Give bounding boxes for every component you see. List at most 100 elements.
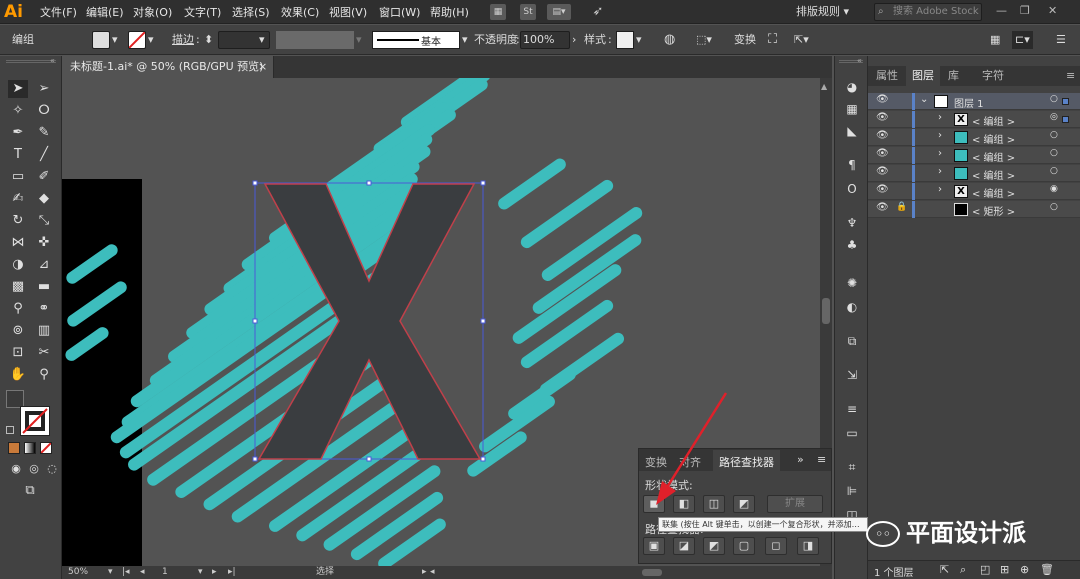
tab-libraries[interactable]: 库 <box>942 66 965 86</box>
appearance-icon[interactable]: ✺ <box>844 276 860 290</box>
layer-row[interactable]: 👁 › X < 编组 > ◎ <box>868 111 1080 128</box>
mesh-tool-icon[interactable]: ▩ <box>8 278 28 296</box>
menu-type[interactable]: 文字(T) <box>184 4 221 20</box>
stroke-weight-input[interactable]: ▾ <box>218 31 270 49</box>
layer-name[interactable]: < 编组 > <box>972 131 1015 146</box>
align-panel-icon[interactable]: ⊫ <box>844 484 860 498</box>
perspective-grid-tool-icon[interactable]: ⊿ <box>34 256 54 274</box>
isolate-group-icon[interactable]: ⛶ <box>768 31 777 49</box>
layer-row[interactable]: 👁 › < 编组 > ○ <box>868 129 1080 146</box>
line-tool-icon[interactable]: ╱ <box>34 146 54 164</box>
layer-row[interactable]: 👁 › < 编组 > ○ <box>868 165 1080 182</box>
target-icon[interactable]: ◎ <box>1050 112 1058 122</box>
chevron-right-icon[interactable]: › <box>938 112 942 123</box>
panel-grip[interactable] <box>6 60 56 63</box>
scale-tool-icon[interactable]: ⤡ <box>34 212 54 230</box>
minus-back-button[interactable]: ◨ <box>797 537 819 555</box>
target-icon[interactable]: ○ <box>1050 94 1058 104</box>
slice-tool-icon[interactable]: ✂ <box>34 344 54 362</box>
divide-button[interactable]: ▣ <box>643 537 665 555</box>
menu-select[interactable]: 选择(S) <box>232 4 270 20</box>
target-icon[interactable]: ◉ <box>1050 184 1058 194</box>
target-icon[interactable]: ○ <box>1050 130 1058 140</box>
variable-width-profile[interactable] <box>276 31 354 49</box>
panel-menu-icon[interactable]: ≡ <box>817 453 826 466</box>
rotate-tool-icon[interactable]: ↻ <box>8 212 28 230</box>
brushes-icon[interactable]: ♆ <box>844 216 860 230</box>
puppet-warp-tool-icon[interactable]: ✜ <box>34 234 54 252</box>
layer-name[interactable]: < 编组 > <box>972 149 1015 164</box>
eye-icon[interactable]: 👁 <box>876 94 889 105</box>
zoom-tool-icon[interactable]: ⚲ <box>34 366 54 384</box>
transform-panel-icon[interactable]: ⌗ <box>844 460 860 474</box>
stroke-stepper-icon[interactable]: ⬍ <box>204 31 213 49</box>
magic-wand-tool-icon[interactable]: ✧ <box>8 102 28 120</box>
draw-inside-icon[interactable]: ◌ <box>42 460 62 478</box>
tab-layers[interactable]: 图层 <box>906 66 940 86</box>
chevron-right-icon[interactable]: › <box>938 148 942 159</box>
clipping-mask-icon[interactable]: ◰ <box>980 563 990 576</box>
direct-selection-tool-icon[interactable]: ➢ <box>34 80 54 98</box>
default-colors-icon[interactable] <box>6 426 14 434</box>
gradient-panel-icon[interactable]: ◣ <box>844 124 860 138</box>
layer-name[interactable]: < 编组 > <box>972 113 1015 128</box>
eye-icon[interactable]: 👁 <box>876 148 889 159</box>
export-icon[interactable]: ⇲ <box>844 368 860 382</box>
chevron-down-icon[interactable]: ▾ <box>108 566 113 579</box>
chevron-down-icon[interactable]: ⌄ <box>920 94 928 105</box>
expand-panels-icon[interactable]: « <box>857 56 862 65</box>
gradient-box-icon[interactable]: ▭ <box>844 426 860 440</box>
shaper-tool-icon[interactable]: ✍ <box>8 190 28 208</box>
crop-button[interactable]: ▢ <box>733 537 755 555</box>
color-guide-icon[interactable]: ◕ <box>844 80 860 94</box>
chevron-right-icon[interactable]: › <box>572 31 576 49</box>
eraser-tool-icon[interactable]: ◆ <box>34 190 54 208</box>
paintbrush-tool-icon[interactable]: ✐ <box>34 168 54 186</box>
tab-properties[interactable]: 属性 <box>870 66 904 86</box>
chevron-right-icon[interactable]: › <box>938 184 942 195</box>
blend-tool-icon[interactable]: ⚭ <box>34 300 54 318</box>
selection-indicator[interactable] <box>1062 98 1069 105</box>
stroke-panel-icon[interactable]: ≡ <box>844 402 860 416</box>
transform-link[interactable]: 变换 <box>734 31 756 49</box>
fill-swatch[interactable] <box>92 31 110 49</box>
target-icon[interactable]: ○ <box>1050 148 1058 158</box>
eye-icon[interactable]: 👁 <box>876 184 889 195</box>
color-mode-icon[interactable] <box>8 442 20 454</box>
width-tool-icon[interactable]: ⋈ <box>8 234 28 252</box>
close-button[interactable]: ✕ <box>1048 4 1057 17</box>
eyedropper-tool-icon[interactable]: ⚲ <box>8 300 28 318</box>
scroll-left-icon[interactable]: ◂ <box>430 566 435 579</box>
chevron-down-icon[interactable]: ▾ <box>636 31 642 49</box>
gradient-tool-icon[interactable]: ▬ <box>34 278 54 296</box>
artboards-icon[interactable]: ⧉ <box>844 334 860 348</box>
selection-tool-icon[interactable]: ➤ <box>8 80 28 98</box>
menu-effect[interactable]: 效果(C) <box>281 4 319 20</box>
expand-panel-icon[interactable]: » <box>797 453 804 466</box>
eye-icon[interactable]: 👁 <box>876 202 889 213</box>
outline-button[interactable]: ◻ <box>765 537 787 555</box>
collapse-icon[interactable]: « <box>50 56 55 65</box>
graphic-style-swatch[interactable] <box>616 31 634 49</box>
symbol-sprayer-tool-icon[interactable]: ⊚ <box>8 322 28 340</box>
layer-name[interactable]: < 编组 > <box>972 185 1015 200</box>
grid-arrange-icon[interactable]: ▦ <box>990 31 1000 49</box>
eye-icon[interactable]: 👁 <box>876 166 889 177</box>
lock-icon[interactable]: 🔒 <box>896 202 907 212</box>
workspace-switcher[interactable]: 排版规则 ▾ <box>796 3 858 21</box>
opacity-input[interactable]: 100% <box>520 31 570 49</box>
align-to-icon[interactable]: ⬚▾ <box>696 31 712 49</box>
draw-behind-icon[interactable]: ◎ <box>24 460 44 478</box>
layer-name[interactable]: < 编组 > <box>972 167 1015 182</box>
stock-icon[interactable]: St <box>520 4 536 20</box>
artboard-number[interactable]: 1 <box>162 566 168 579</box>
scroll-up-icon[interactable]: ▲ <box>821 82 827 91</box>
artboard-tool-icon[interactable]: ⊡ <box>8 344 28 362</box>
prev-artboard-icon[interactable]: ◂ <box>140 566 145 579</box>
column-graph-tool-icon[interactable]: ▥ <box>34 322 54 340</box>
swatches-icon[interactable]: ▦ <box>844 102 860 116</box>
type-tool-icon[interactable]: T <box>8 146 28 164</box>
first-artboard-icon[interactable]: |◂ <box>122 566 130 579</box>
lasso-tool-icon[interactable]: ⵔ <box>34 102 54 120</box>
chevron-down-icon[interactable]: ▾ <box>148 31 154 49</box>
